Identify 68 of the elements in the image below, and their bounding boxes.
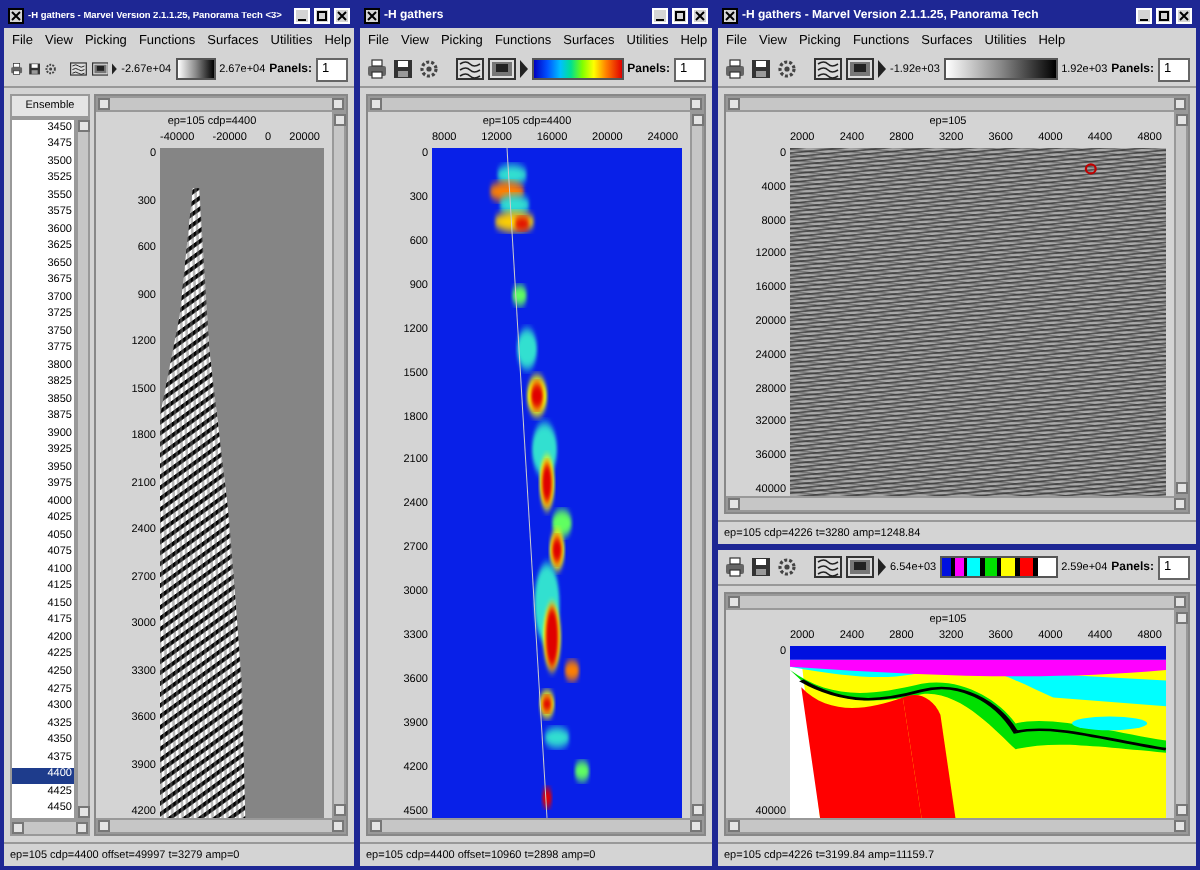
wiggle-view-icon[interactable] bbox=[70, 58, 88, 80]
heat-blob bbox=[542, 787, 552, 808]
heat-blob bbox=[574, 761, 590, 782]
colorbar bbox=[943, 58, 1058, 80]
density-view-icon[interactable] bbox=[488, 58, 516, 80]
caret-icon[interactable] bbox=[520, 60, 528, 78]
settings-icon[interactable] bbox=[776, 556, 798, 578]
scroll-arrow-button[interactable] bbox=[370, 98, 382, 110]
heat-blob bbox=[497, 164, 527, 185]
heat-blob bbox=[564, 660, 580, 681]
close-button[interactable] bbox=[1176, 8, 1192, 24]
caret-icon[interactable] bbox=[878, 60, 886, 78]
window-menu-icon[interactable] bbox=[8, 8, 24, 24]
caret-icon[interactable] bbox=[112, 60, 118, 78]
minimize-button[interactable] bbox=[1136, 8, 1152, 24]
scroll-arrow-button[interactable] bbox=[370, 820, 382, 832]
horizontal-scrollbar[interactable] bbox=[726, 818, 1188, 834]
settings-icon[interactable] bbox=[418, 58, 440, 80]
scroll-arrow-button[interactable] bbox=[728, 820, 740, 832]
maximize-button[interactable] bbox=[314, 8, 330, 24]
minimize-button[interactable] bbox=[294, 8, 310, 24]
print-icon[interactable] bbox=[10, 58, 24, 80]
horizontal-scrollbar[interactable] bbox=[96, 96, 346, 112]
save-icon[interactable] bbox=[750, 58, 772, 80]
print-icon[interactable] bbox=[724, 58, 746, 80]
scroll-arrow-button[interactable] bbox=[728, 596, 740, 608]
caret-icon[interactable] bbox=[878, 558, 886, 576]
density-view-icon[interactable] bbox=[91, 58, 109, 80]
vertical-scrollbar[interactable] bbox=[332, 112, 346, 818]
wiggle-view-icon[interactable] bbox=[814, 556, 842, 578]
horizontal-scrollbar[interactable] bbox=[368, 818, 704, 834]
horizontal-scrollbar[interactable] bbox=[10, 820, 90, 836]
horizontal-scrollbar[interactable] bbox=[368, 96, 704, 112]
print-icon[interactable] bbox=[366, 58, 388, 80]
close-button[interactable] bbox=[334, 8, 350, 24]
vertical-scrollbar[interactable] bbox=[690, 112, 704, 818]
heat-blob bbox=[544, 727, 570, 748]
minimize-button[interactable] bbox=[652, 8, 668, 24]
save-icon[interactable] bbox=[27, 58, 41, 80]
wiggle-view-icon[interactable] bbox=[814, 58, 842, 80]
colorbar bbox=[532, 58, 624, 80]
heat-blob bbox=[512, 285, 527, 306]
heat-blob bbox=[517, 328, 537, 370]
density-view-icon[interactable] bbox=[846, 58, 874, 80]
wiggle-view-icon[interactable] bbox=[456, 58, 484, 80]
window-menu-icon[interactable] bbox=[364, 8, 380, 24]
colorbar bbox=[175, 58, 216, 80]
horizontal-scrollbar[interactable] bbox=[726, 594, 1188, 610]
save-icon[interactable] bbox=[392, 58, 414, 80]
scroll-arrow-button[interactable] bbox=[728, 498, 740, 510]
scroll-arrow-button[interactable] bbox=[12, 822, 24, 834]
horizontal-scrollbar[interactable] bbox=[726, 96, 1188, 112]
maximize-button[interactable] bbox=[672, 8, 688, 24]
window-menu-icon[interactable] bbox=[722, 8, 738, 24]
close-button[interactable] bbox=[692, 8, 708, 24]
save-icon[interactable] bbox=[750, 556, 772, 578]
maximize-button[interactable] bbox=[1156, 8, 1172, 24]
horizontal-scrollbar[interactable] bbox=[96, 818, 346, 834]
vertical-scrollbar[interactable] bbox=[76, 118, 90, 820]
horizontal-scrollbar[interactable] bbox=[726, 496, 1188, 512]
vertical-scrollbar[interactable] bbox=[1174, 610, 1188, 818]
vertical-scrollbar[interactable] bbox=[1174, 112, 1188, 496]
scroll-arrow-button[interactable] bbox=[728, 98, 740, 110]
settings-icon[interactable] bbox=[44, 58, 58, 80]
colorbar bbox=[940, 556, 1058, 578]
print-icon[interactable] bbox=[724, 556, 746, 578]
settings-icon[interactable] bbox=[776, 58, 798, 80]
density-view-icon[interactable] bbox=[846, 556, 874, 578]
